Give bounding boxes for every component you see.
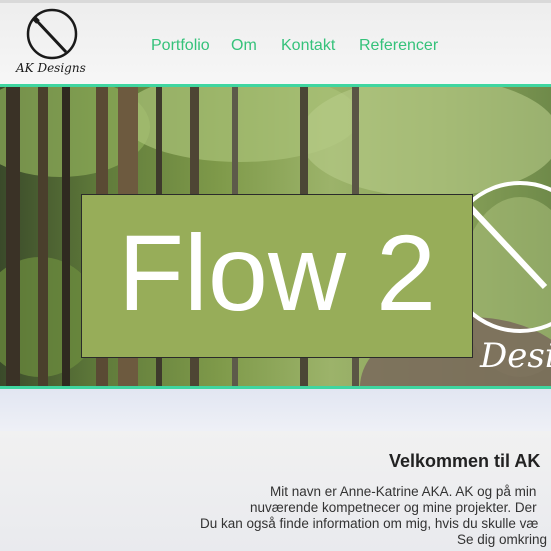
site-logo[interactable]: AK Designs <box>12 8 92 78</box>
nav-item-portfolio[interactable]: Portfolio <box>151 37 210 55</box>
header-top-border <box>0 0 551 3</box>
welcome-text-line-4: Se dig omkring <box>457 532 548 547</box>
welcome-text-line-3: Du kan også finde information om mig, hv… <box>200 516 539 531</box>
welcome-text-line-1: Mit navn er Anne-Katrine AKA. AK og på m… <box>270 484 537 499</box>
pen-circle-logo-icon: AK Designs <box>15 8 86 75</box>
site-header: AK Designs Portfolio Om Kontakt Referenc… <box>0 0 551 86</box>
watermark-text: Desig <box>479 336 551 376</box>
logo-wordmark: AK Designs <box>15 61 86 75</box>
nav-item-om[interactable]: Om <box>231 37 257 55</box>
flow-label: Flow 2 <box>117 212 437 333</box>
welcome-section: Velkommen til AK Mit navn er Anne-Katrin… <box>0 431 551 551</box>
flow-label-overlay: Flow 2 <box>81 194 473 358</box>
nav-item-kontakt[interactable]: Kontakt <box>281 37 335 55</box>
nav-item-referencer[interactable]: Referencer <box>359 37 438 55</box>
welcome-heading: Velkommen til AK <box>389 451 541 471</box>
section-divider-band <box>0 389 551 431</box>
welcome-text-line-2: nuværende kompetnecer og mine projekter.… <box>250 500 537 515</box>
